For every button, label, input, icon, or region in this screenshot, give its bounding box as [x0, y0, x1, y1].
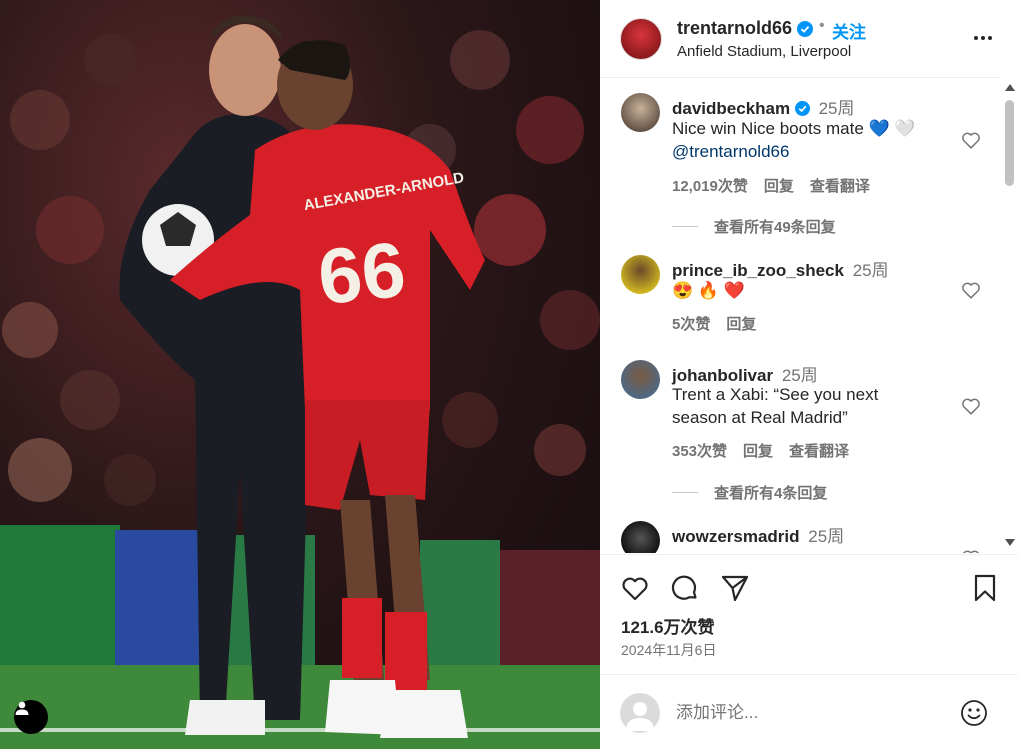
owner-username[interactable]: trentarnold66	[677, 18, 792, 39]
comment-meta: 5次赞 回复	[672, 313, 756, 334]
comment-text: Nice win Nice boots mate 💙 🤍 @trentarnol…	[672, 117, 952, 163]
separator-dot: •	[819, 17, 825, 34]
comment-username[interactable]: wowzersmadrid	[672, 527, 800, 546]
reply-button[interactable]: 回复	[743, 440, 773, 461]
comment-header: wowzersmadrid 25周	[672, 522, 844, 547]
share-send-icon[interactable]	[720, 573, 750, 603]
comment-like-count[interactable]: 5次赞	[672, 313, 710, 334]
view-replies-button[interactable]: 查看所有4条回复	[672, 482, 827, 503]
more-options-icon[interactable]	[974, 26, 998, 50]
post-like-count[interactable]: 121.6万次赞	[621, 613, 715, 638]
emoji-smiley-icon[interactable]	[960, 699, 988, 727]
comment-like-count[interactable]: 12,019次赞	[672, 175, 748, 196]
comment-body: 😍 🔥 ❤️	[672, 281, 745, 300]
comment-header: davidbeckham 25周	[672, 94, 855, 119]
like-comment-heart-icon[interactable]	[960, 279, 982, 301]
translate-button[interactable]: 查看翻译	[789, 440, 849, 461]
comment-like-count[interactable]: 353次赞	[672, 440, 727, 461]
reply-button[interactable]: 回复	[726, 313, 756, 334]
owner-avatar[interactable]	[620, 18, 662, 60]
comment-avatar[interactable]	[621, 255, 660, 294]
verified-badge-icon	[794, 101, 810, 116]
comment-time[interactable]: 25周	[853, 261, 889, 280]
comment-mention[interactable]: @trentarnold66	[672, 142, 789, 161]
add-comment-bar	[600, 674, 1018, 749]
post-location[interactable]: Anfield Stadium, Liverpool	[677, 43, 851, 60]
comment-avatar[interactable]	[621, 521, 660, 553]
comment-body: Nice win Nice boots mate 💙 🤍	[672, 119, 916, 138]
comment-username[interactable]: prince_ib_zoo_sheck	[672, 261, 844, 280]
post-actions: 121.6万次赞 2024年11月6日	[600, 554, 1018, 674]
comment-header: prince_ib_zoo_sheck 25周	[672, 256, 889, 281]
default-avatar-icon	[626, 702, 654, 731]
save-bookmark-icon[interactable]	[970, 573, 1000, 603]
comment-username[interactable]: davidbeckham	[672, 99, 790, 118]
view-replies-button[interactable]: 查看所有49条回复	[672, 216, 836, 237]
scroll-down-arrow-icon[interactable]	[1005, 539, 1015, 546]
post-photo[interactable]: ALEXANDER-ARNOLD 66	[0, 0, 600, 749]
comments-scrollbar-thumb[interactable]	[1005, 100, 1014, 186]
comment-time[interactable]: 25周	[819, 99, 855, 118]
photo-illustration: ALEXANDER-ARNOLD 66	[0, 15, 600, 749]
like-comment-heart-icon[interactable]	[960, 547, 982, 553]
post-header: trentarnold66 • 关注 Anfield Stadium, Live…	[600, 0, 1000, 78]
translate-button[interactable]: 查看翻译	[810, 175, 870, 196]
post-sidebar: trentarnold66 • 关注 Anfield Stadium, Live…	[600, 0, 1018, 749]
comment-input[interactable]	[676, 703, 936, 723]
jersey-number: 66	[314, 225, 409, 322]
comments-list: davidbeckham 25周 Nice win Nice boots mat…	[600, 79, 1000, 553]
comment-meta: 12,019次赞 回复 查看翻译	[672, 175, 870, 196]
tagged-users-button[interactable]	[14, 700, 48, 734]
replies-divider	[672, 226, 698, 227]
comment-meta: 353次赞 回复 查看翻译	[672, 440, 849, 461]
view-replies-label: 查看所有49条回复	[714, 219, 836, 236]
post-date[interactable]: 2024年11月6日	[621, 640, 716, 660]
comment-bubble-icon[interactable]	[670, 573, 700, 603]
current-user-avatar	[620, 693, 660, 733]
comment-text: 😍 🔥 ❤️	[672, 279, 952, 302]
reply-button[interactable]: 回复	[764, 175, 794, 196]
scroll-up-arrow-icon[interactable]	[1005, 84, 1015, 91]
like-comment-heart-icon[interactable]	[960, 395, 982, 417]
view-replies-label: 查看所有4条回复	[714, 485, 828, 502]
comment-body: Trent a Xabi: “See you next season at Re…	[672, 385, 879, 427]
verified-badge-icon	[797, 21, 813, 37]
like-heart-icon[interactable]	[620, 573, 650, 603]
comment-avatar[interactable]	[621, 360, 660, 399]
comment-text: Trent a Xabi: “See you next season at Re…	[672, 383, 922, 429]
comment-avatar[interactable]	[621, 93, 660, 132]
follow-button[interactable]: 关注	[832, 18, 866, 43]
replies-divider	[672, 492, 698, 493]
comment-time[interactable]: 25周	[808, 527, 844, 546]
like-comment-heart-icon[interactable]	[960, 129, 982, 151]
person-icon	[15, 701, 29, 715]
